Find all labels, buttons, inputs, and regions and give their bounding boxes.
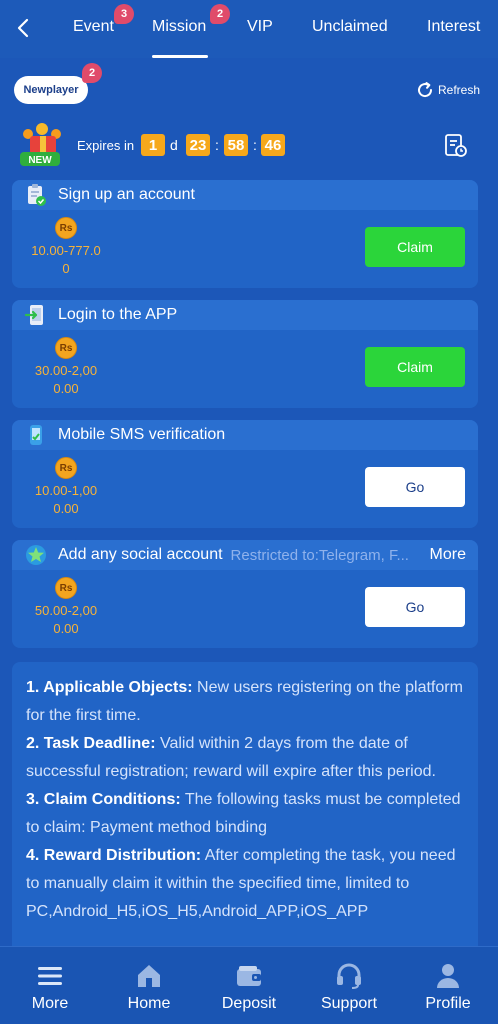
task-reward: 10.00-1,00 0.00 <box>22 482 110 518</box>
rupee-coin-icon: Rs <box>55 217 77 239</box>
expires-label: Expires in <box>77 138 135 153</box>
reward-range: 10.00-1,00 <box>34 483 98 498</box>
tab-mission[interactable]: Mission <box>152 18 206 36</box>
reward-range: 50.00-2,00 <box>34 603 98 618</box>
tab-mission-badge: 2 <box>210 4 230 24</box>
reward-range: 10.00-777.0 <box>31 243 101 258</box>
phone-login-icon <box>24 305 43 325</box>
timer-seconds: 46 <box>261 134 285 156</box>
chevron-left-icon <box>17 18 29 38</box>
timer-day-unit: d <box>170 137 178 153</box>
nav-support[interactable]: Support <box>299 947 399 1024</box>
tab-vip[interactable]: VIP <box>247 18 273 36</box>
task-reward: 10.00-777.0 0 <box>22 242 110 278</box>
nav-label: Deposit <box>221 995 277 1012</box>
new-gift-icon: NEW <box>20 123 61 166</box>
task-title: Add any social account <box>58 546 223 563</box>
history-record-icon[interactable] <box>443 133 469 159</box>
rules-panel: 1. Applicable Objects: New users registe… <box>12 662 478 962</box>
reward-range-cont: 0 <box>62 261 70 276</box>
task-card-social: Add any social account Restricted to:Tel… <box>12 540 478 648</box>
headset-icon <box>337 963 361 989</box>
reward-range-cont: 0.00 <box>53 381 79 396</box>
user-icon <box>437 964 459 988</box>
timer-sep-2: : <box>253 137 257 153</box>
rule-item: 4. Reward Distribution: After completing… <box>26 842 464 926</box>
task-title: Mobile SMS verification <box>58 426 226 443</box>
nav-more[interactable]: More <box>0 947 100 1024</box>
nav-deposit[interactable]: Deposit <box>199 947 299 1024</box>
nav-label: Home <box>127 995 171 1012</box>
nav-home[interactable]: Home <box>99 947 199 1024</box>
rule-item: 3. Claim Conditions: The following tasks… <box>26 786 464 842</box>
task-restriction: Restricted to:Telegram, F... <box>230 546 409 564</box>
task-header: Add any social account Restricted to:Tel… <box>12 540 478 570</box>
reward-range-cont: 0.00 <box>53 501 79 516</box>
refresh-button[interactable]: Refresh <box>416 80 480 100</box>
go-button[interactable]: Go <box>365 587 465 627</box>
filter-newplayer[interactable]: Newplayer <box>14 76 88 104</box>
sms-phone-icon <box>30 425 42 445</box>
rupee-coin-icon: Rs <box>55 457 77 479</box>
timer-days: 1 <box>141 134 165 156</box>
task-reward: 30.00-2,00 0.00 <box>22 362 110 398</box>
nav-label: More <box>31 995 69 1012</box>
rule-heading: 3. Claim Conditions: <box>26 791 181 808</box>
tab-event[interactable]: Event <box>73 18 114 36</box>
refresh-label: Refresh <box>438 83 481 97</box>
task-reward: 50.00-2,00 0.00 <box>22 602 110 638</box>
social-star-icon <box>26 545 46 565</box>
task-header: Login to the APP <box>12 300 478 330</box>
rule-item: 1. Applicable Objects: New users registe… <box>26 674 464 730</box>
rupee-coin-icon: Rs <box>55 577 77 599</box>
clipboard-check-icon <box>28 184 46 206</box>
more-link[interactable]: More <box>430 546 466 564</box>
task-header: Mobile SMS verification <box>12 420 478 450</box>
active-tab-indicator <box>152 55 208 58</box>
rule-item: 2. Task Deadline: Valid within 2 days fr… <box>26 730 464 786</box>
reward-range-cont: 0.00 <box>53 621 79 636</box>
go-button[interactable]: Go <box>365 467 465 507</box>
claim-button[interactable]: Claim <box>365 227 465 267</box>
task-header: Sign up an account <box>12 180 478 210</box>
menu-icon <box>38 967 62 985</box>
rule-heading: 1. Applicable Objects: <box>26 679 193 696</box>
claim-button[interactable]: Claim <box>365 347 465 387</box>
tab-event-badge: 3 <box>114 4 134 24</box>
timer-hours: 23 <box>186 134 210 156</box>
tab-interest[interactable]: Interest <box>427 18 480 36</box>
back-button[interactable] <box>12 16 34 40</box>
task-title: Sign up an account <box>58 186 195 203</box>
wallet-icon <box>237 966 261 986</box>
nav-label: Profile <box>425 995 471 1012</box>
home-icon <box>138 965 160 987</box>
task-card-login: Login to the APP Rs 30.00-2,00 0.00 Clai… <box>12 300 478 408</box>
refresh-icon <box>418 82 433 98</box>
timer-minutes: 58 <box>224 134 248 156</box>
rule-heading: 2. Task Deadline: <box>26 735 156 752</box>
nav-profile[interactable]: Profile <box>398 947 498 1024</box>
task-card-sms: Mobile SMS verification Rs 10.00-1,00 0.… <box>12 420 478 528</box>
nav-label: Support <box>320 995 378 1012</box>
top-tab-bar: Event 3 Mission 2 VIP Unclaimed Interest <box>0 0 498 58</box>
filter-badge: 2 <box>82 63 102 83</box>
reward-range: 30.00-2,00 <box>34 363 98 378</box>
new-badge-text: NEW <box>28 155 52 166</box>
bottom-nav: More Home Deposit Support Profile <box>0 946 498 1024</box>
task-title: Login to the APP <box>58 306 178 323</box>
rupee-coin-icon: Rs <box>55 337 77 359</box>
tab-unclaimed[interactable]: Unclaimed <box>312 18 388 36</box>
task-card-signup: Sign up an account Rs 10.00-777.0 0 Clai… <box>12 180 478 288</box>
timer-sep-1: : <box>215 137 219 153</box>
rule-heading: 4. Reward Distribution: <box>26 847 202 864</box>
